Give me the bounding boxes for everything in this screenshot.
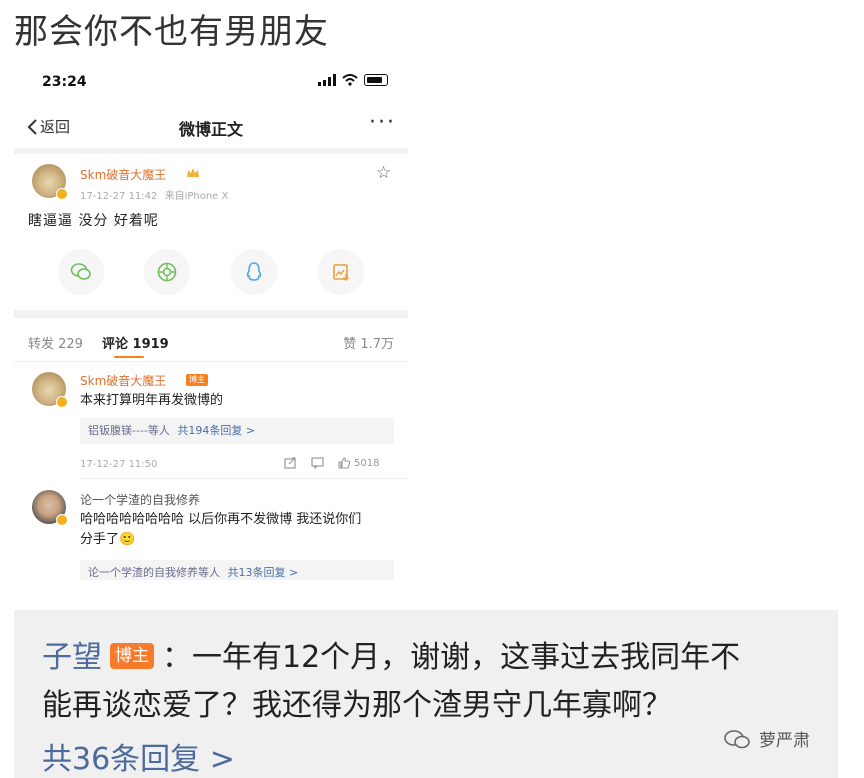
save-image-button[interactable] [318, 249, 364, 295]
thumbs-up-icon [338, 457, 351, 469]
reply-line-1: 子望 博主 ：一年有12个月，谢谢，这事过去我同年不 [42, 632, 740, 676]
reply-text-line1: ：一年有12个月，谢谢，这事过去我同年不 [162, 640, 741, 675]
more-menu-button[interactable]: ··· [369, 110, 396, 135]
verified-badge-icon [56, 514, 68, 526]
status-time: 23:24 [42, 74, 87, 90]
like-count: 5018 [354, 457, 380, 469]
wifi-icon [342, 74, 358, 86]
reply-author-name[interactable]: 子望 [42, 640, 102, 675]
comment-text: 本来打算明年再发微博的 [80, 393, 224, 408]
reply-text-line2: 能再谈恋爱了？我还得为那个渣男守几年寡啊？ [42, 688, 672, 723]
verified-badge-icon [56, 188, 68, 200]
reply-summary-names: 铝钣腹镁----等人 [88, 424, 170, 437]
phone-screenshot: 23:24 返回 微博正文 ··· Skm破音大魔王 17-12-27 11:4… [14, 60, 408, 580]
reply-summary-names: 论一个学渣的自我修养等人 [88, 566, 220, 579]
reply-count-link[interactable]: 共36条回复 > [42, 734, 235, 778]
post-time: 17-12-27 11:42 来自iPhone X [80, 187, 228, 202]
wechat-icon [70, 263, 91, 280]
watermark: 萝严肃 [723, 726, 810, 751]
comment-actions: 5018 [284, 457, 379, 469]
post-text: 瞎逼逼 没分 好着呢 [28, 213, 159, 229]
nav-bar: 返回 微博正文 ··· [14, 104, 408, 148]
comment-divider [80, 478, 408, 479]
host-badge: 博主 [110, 642, 154, 669]
active-tab-indicator [114, 356, 144, 358]
reply-summary[interactable]: 论一个学渣的自我修养等人 共13条回复 > [80, 560, 394, 580]
page-title: 微博正文 [178, 120, 243, 139]
share-wechat-button[interactable] [58, 249, 104, 295]
reply-summary[interactable]: 铝钣腹镁----等人 共194条回复 > [80, 418, 394, 444]
share-moments-button[interactable] [144, 249, 190, 295]
post-time-text: 17-12-27 11:42 [80, 191, 158, 202]
comment-author-name[interactable]: 论一个学渣的自我修养 [80, 491, 200, 508]
comment-text-line1: 哈哈哈哈哈哈哈哈 以后你再不发微博 我还说你们 [80, 512, 362, 527]
repost-icon[interactable] [284, 457, 297, 469]
reply-icon[interactable] [311, 457, 324, 469]
tab-comment[interactable]: 评论 1919 [102, 333, 169, 352]
section-divider [14, 148, 408, 154]
watermark-text: 萝严肃 [759, 731, 810, 751]
save-image-icon [333, 264, 349, 281]
tab-repost[interactable]: 转发 229 [28, 333, 83, 352]
verified-badge-icon [56, 396, 68, 408]
qq-icon [246, 262, 262, 281]
favorite-star-icon[interactable]: ☆ [376, 163, 391, 183]
host-badge: 博主 [186, 374, 208, 386]
top-caption: 那会你不也有男朋友 [14, 12, 329, 52]
like-button[interactable]: 5018 [338, 457, 379, 469]
comment-time: 17-12-27 11:50 [80, 459, 158, 470]
reply-summary-count[interactable]: 共194条回复 > [177, 424, 255, 437]
signal-icon [318, 74, 336, 86]
reply-summary-count[interactable]: 共13条回复 > [228, 566, 299, 579]
post-author-name[interactable]: Skm破音大魔王 [80, 166, 166, 183]
post-source: 来自iPhone X [164, 191, 229, 202]
comment-author-name[interactable]: Skm破音大魔王 [80, 372, 166, 389]
tab-divider [14, 361, 408, 362]
tab-like[interactable]: 赞 1.7万 [343, 333, 394, 352]
crown-icon [187, 168, 199, 177]
wechat-logo-icon [724, 729, 750, 748]
moments-icon [157, 262, 177, 282]
comment-text-line2: 分手了🙂 [80, 532, 136, 547]
system-icons [318, 74, 388, 86]
bottom-reply-card: 子望 博主 ：一年有12个月，谢谢，这事过去我同年不 能再谈恋爱了？我还得为那个渣男… [14, 610, 838, 778]
status-bar: 23:24 [14, 60, 408, 104]
battery-icon [364, 74, 388, 86]
comment-tabs: 转发 229 评论 1919 赞 1.7万 [14, 325, 408, 361]
share-qq-button[interactable] [231, 249, 277, 295]
section-divider [14, 310, 408, 318]
